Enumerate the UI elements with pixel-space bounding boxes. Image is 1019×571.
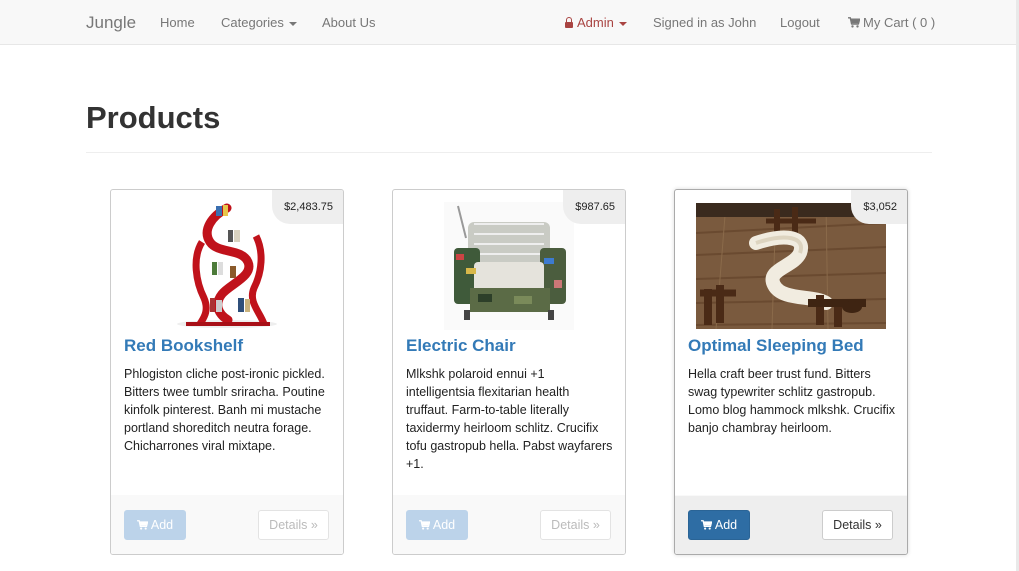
product-name-link[interactable]: Electric Chair	[406, 336, 516, 356]
product-description: Phlogiston cliche post-ironic pickled. B…	[124, 367, 325, 453]
shopping-cart-icon	[136, 520, 148, 530]
add-button-label: Add	[150, 518, 174, 532]
nav-cart-link[interactable]: My Cart ( 0 )	[848, 0, 935, 45]
lock-icon	[565, 17, 573, 28]
product-name-link[interactable]: Red Bookshelf	[124, 336, 243, 356]
details-button[interactable]: Details »	[258, 510, 329, 540]
shopping-cart-icon	[848, 17, 860, 28]
product-card: $987.65 Electric Chair Mlkshk polaroid e…	[392, 189, 626, 555]
nav-home-link[interactable]: Home	[160, 0, 195, 45]
add-to-cart-button[interactable]: Add	[406, 510, 468, 540]
add-to-cart-button[interactable]: Add	[688, 510, 750, 540]
add-button-label: Add	[432, 518, 456, 532]
nav-categories-label: Categories	[221, 15, 284, 30]
details-button[interactable]: Details »	[822, 510, 893, 540]
caret-down-icon	[618, 21, 627, 26]
product-name-link[interactable]: Optimal Sleeping Bed	[688, 336, 864, 356]
top-navbar: Jungle Home Categories About Us Admin Si…	[0, 0, 1016, 45]
product-description: Mlkshk polaroid ennui +1 intelligentsia …	[406, 367, 613, 471]
nav-admin-label: Admin	[577, 15, 614, 30]
nav-about-link[interactable]: About Us	[322, 0, 375, 45]
add-button-label: Add	[714, 518, 738, 532]
nav-cart-label: My Cart ( 0 )	[863, 15, 936, 30]
product-card: $3,052 Optimal Sleeping Bed Hella craft …	[674, 189, 908, 555]
card-footer: Add Details »	[675, 495, 907, 554]
signed-in-text: Signed in as John	[653, 15, 757, 30]
card-footer: Add Details »	[393, 495, 625, 554]
shopping-cart-icon	[418, 520, 430, 530]
header-divider	[86, 152, 932, 153]
sleeping-bed-image	[696, 203, 886, 329]
product-description: Hella craft beer trust fund. Bitters swa…	[688, 367, 896, 435]
card-footer: Add Details »	[111, 495, 343, 554]
price-tag: $3,052	[851, 190, 907, 224]
price-tag: $987.65	[563, 190, 625, 224]
details-button[interactable]: Details »	[540, 510, 611, 540]
nav-admin-dropdown[interactable]: Admin	[565, 0, 627, 45]
nav-categories-dropdown[interactable]: Categories	[221, 0, 297, 45]
caret-down-icon	[288, 21, 297, 26]
price-tag: $2,483.75	[272, 190, 343, 224]
electric-chair-image	[444, 202, 574, 330]
nav-logout-link[interactable]: Logout	[780, 0, 820, 45]
shopping-cart-icon	[700, 520, 712, 530]
page-title: Products	[86, 100, 221, 135]
add-to-cart-button[interactable]: Add	[124, 510, 186, 540]
product-card: $2,483.75 Red Bookshelf Phlogiston clich…	[110, 189, 344, 555]
brand-link[interactable]: Jungle	[86, 0, 136, 45]
red-bookshelf-image	[177, 203, 277, 328]
